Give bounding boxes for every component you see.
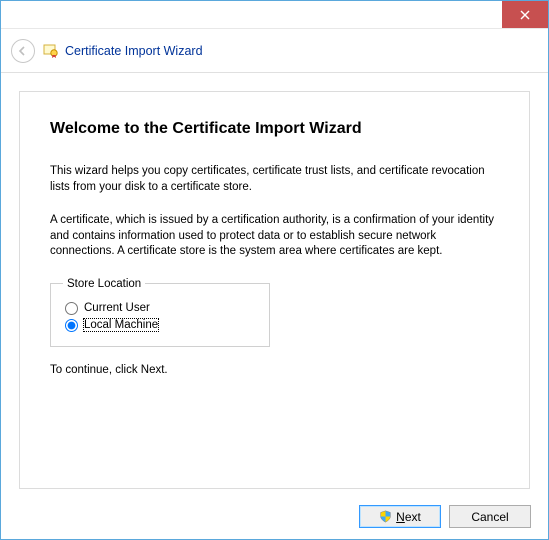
radio-local-machine-label: Local Machine	[84, 319, 158, 331]
description-paragraph: A certificate, which is issued by a cert…	[50, 213, 499, 260]
wizard-page: Welcome to the Certificate Import Wizard…	[19, 91, 530, 489]
store-location-group: Store Location Current User Local Machin…	[50, 278, 270, 347]
wizard-title: Certificate Import Wizard	[65, 44, 203, 58]
wizard-footer: Next Cancel	[359, 505, 531, 528]
close-icon	[520, 10, 530, 20]
next-button-label: Next	[396, 510, 421, 524]
radio-current-user-label: Current User	[84, 302, 150, 314]
store-location-legend: Store Location	[63, 278, 145, 290]
back-button	[11, 39, 35, 63]
content-wrapper: Welcome to the Certificate Import Wizard…	[1, 73, 548, 507]
cancel-button-label: Cancel	[471, 510, 508, 524]
back-arrow-icon	[17, 45, 29, 57]
radio-current-user-input[interactable]	[65, 302, 78, 315]
wizard-header: Certificate Import Wizard	[1, 29, 548, 73]
radio-current-user[interactable]: Current User	[63, 302, 257, 315]
next-button[interactable]: Next	[359, 505, 441, 528]
close-button[interactable]	[502, 1, 548, 28]
window-titlebar	[1, 1, 548, 29]
radio-local-machine[interactable]: Local Machine	[63, 319, 257, 332]
radio-local-machine-input[interactable]	[65, 319, 78, 332]
intro-paragraph: This wizard helps you copy certificates,…	[50, 164, 499, 195]
uac-shield-icon	[379, 510, 392, 523]
cancel-button[interactable]: Cancel	[449, 505, 531, 528]
certificate-icon	[43, 43, 59, 59]
continue-text: To continue, click Next.	[50, 363, 499, 379]
page-heading: Welcome to the Certificate Import Wizard	[50, 120, 499, 138]
